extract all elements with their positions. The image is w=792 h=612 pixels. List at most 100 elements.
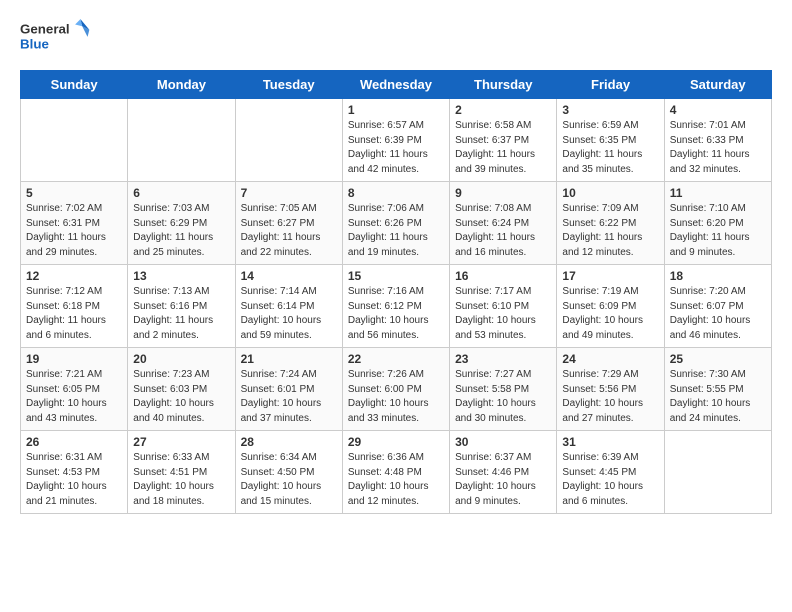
days-header-row: SundayMondayTuesdayWednesdayThursdayFrid… xyxy=(21,71,772,99)
day-number: 5 xyxy=(26,186,122,200)
header: General Blue xyxy=(20,16,772,56)
calendar-cell: 8 Sunrise: 7:06 AM Sunset: 6:26 PM Daylig… xyxy=(342,182,449,265)
calendar-cell: 11 Sunrise: 7:10 AM Sunset: 6:20 PM Dayli… xyxy=(664,182,771,265)
cell-info: Sunrise: 7:27 AM Sunset: 5:58 PM Dayligh… xyxy=(455,368,551,426)
cell-info: Sunrise: 7:08 AM Sunset: 6:24 PM Dayligh… xyxy=(455,202,551,260)
cell-info: Sunrise: 7:05 AM Sunset: 6:27 PM Dayligh… xyxy=(241,202,337,260)
day-number: 25 xyxy=(670,352,766,366)
cell-info: Sunrise: 6:59 AM Sunset: 6:35 PM Dayligh… xyxy=(562,119,658,177)
calendar-cell xyxy=(21,99,128,182)
day-number: 1 xyxy=(348,103,444,117)
cell-info: Sunrise: 7:14 AM Sunset: 6:14 PM Dayligh… xyxy=(241,285,337,343)
cell-info: Sunrise: 7:12 AM Sunset: 6:18 PM Dayligh… xyxy=(26,285,122,343)
day-number: 15 xyxy=(348,269,444,283)
day-number: 29 xyxy=(348,435,444,449)
calendar-cell: 29 Sunrise: 6:36 AM Sunset: 4:48 PM Dayli… xyxy=(342,431,449,514)
day-header-monday: Monday xyxy=(128,71,235,99)
day-number: 21 xyxy=(241,352,337,366)
cell-info: Sunrise: 7:03 AM Sunset: 6:29 PM Dayligh… xyxy=(133,202,229,260)
cell-info: Sunrise: 6:36 AM Sunset: 4:48 PM Dayligh… xyxy=(348,451,444,509)
day-number: 31 xyxy=(562,435,658,449)
cell-info: Sunrise: 6:57 AM Sunset: 6:39 PM Dayligh… xyxy=(348,119,444,177)
calendar-cell: 22 Sunrise: 7:26 AM Sunset: 6:00 PM Dayli… xyxy=(342,348,449,431)
svg-text:Blue: Blue xyxy=(20,36,49,51)
cell-info: Sunrise: 6:37 AM Sunset: 4:46 PM Dayligh… xyxy=(455,451,551,509)
day-number: 8 xyxy=(348,186,444,200)
calendar-cell: 21Sunrise: 7:24 AM Sunset: 6:01 PM Dayli… xyxy=(235,348,342,431)
day-number: 28 xyxy=(241,435,337,449)
day-header-tuesday: Tuesday xyxy=(235,71,342,99)
cell-info: Sunrise: 7:29 AM Sunset: 5:56 PM Dayligh… xyxy=(562,368,658,426)
day-number: 17 xyxy=(562,269,658,283)
day-number: 27 xyxy=(133,435,229,449)
day-number: 16 xyxy=(455,269,551,283)
calendar-cell: 30 Sunrise: 6:37 AM Sunset: 4:46 PM Dayli… xyxy=(450,431,557,514)
cell-info: Sunrise: 7:02 AM Sunset: 6:31 PM Dayligh… xyxy=(26,202,122,260)
cell-info: Sunrise: 7:06 AM Sunset: 6:26 PM Dayligh… xyxy=(348,202,444,260)
calendar-cell: 10 Sunrise: 7:09 AM Sunset: 6:22 PM Dayli… xyxy=(557,182,664,265)
calendar-cell xyxy=(235,99,342,182)
calendar-cell: 25 Sunrise: 7:30 AM Sunset: 5:55 PM Dayli… xyxy=(664,348,771,431)
cell-info: Sunrise: 6:33 AM Sunset: 4:51 PM Dayligh… xyxy=(133,451,229,509)
calendar-cell: 23Sunrise: 7:27 AM Sunset: 5:58 PM Dayli… xyxy=(450,348,557,431)
calendar-cell: 15 Sunrise: 7:16 AM Sunset: 6:12 PM Dayli… xyxy=(342,265,449,348)
cell-info: Sunrise: 7:30 AM Sunset: 5:55 PM Dayligh… xyxy=(670,368,766,426)
day-number: 10 xyxy=(562,186,658,200)
calendar-cell: 7Sunrise: 7:05 AM Sunset: 6:27 PM Daylig… xyxy=(235,182,342,265)
page: General Blue SundayMondayTuesdayWednesda… xyxy=(0,0,792,530)
cell-info: Sunrise: 7:20 AM Sunset: 6:07 PM Dayligh… xyxy=(670,285,766,343)
day-number: 13 xyxy=(133,269,229,283)
calendar-cell: 20Sunrise: 7:23 AM Sunset: 6:03 PM Dayli… xyxy=(128,348,235,431)
week-row-4: 19 Sunrise: 7:21 AM Sunset: 6:05 PM Dayli… xyxy=(21,348,772,431)
day-number: 20 xyxy=(133,352,229,366)
calendar-cell: 2 Sunrise: 6:58 AM Sunset: 6:37 PM Daylig… xyxy=(450,99,557,182)
calendar-cell xyxy=(664,431,771,514)
day-number: 26 xyxy=(26,435,122,449)
day-number: 3 xyxy=(562,103,658,117)
day-number: 14 xyxy=(241,269,337,283)
cell-info: Sunrise: 7:10 AM Sunset: 6:20 PM Dayligh… xyxy=(670,202,766,260)
cell-info: Sunrise: 7:17 AM Sunset: 6:10 PM Dayligh… xyxy=(455,285,551,343)
logo-svg: General Blue xyxy=(20,16,100,56)
cell-info: Sunrise: 6:34 AM Sunset: 4:50 PM Dayligh… xyxy=(241,451,337,509)
calendar-cell: 28 Sunrise: 6:34 AM Sunset: 4:50 PM Dayli… xyxy=(235,431,342,514)
day-number: 19 xyxy=(26,352,122,366)
calendar-cell: 14 Sunrise: 7:14 AM Sunset: 6:14 PM Dayli… xyxy=(235,265,342,348)
cell-info: Sunrise: 7:16 AM Sunset: 6:12 PM Dayligh… xyxy=(348,285,444,343)
calendar-cell: 16 Sunrise: 7:17 AM Sunset: 6:10 PM Dayli… xyxy=(450,265,557,348)
week-row-1: 1 Sunrise: 6:57 AM Sunset: 6:39 PM Daylig… xyxy=(21,99,772,182)
week-row-5: 26 Sunrise: 6:31 AM Sunset: 4:53 PM Dayli… xyxy=(21,431,772,514)
calendar-cell xyxy=(128,99,235,182)
calendar-cell: 19 Sunrise: 7:21 AM Sunset: 6:05 PM Dayli… xyxy=(21,348,128,431)
calendar-cell: 4Sunrise: 7:01 AM Sunset: 6:33 PM Daylig… xyxy=(664,99,771,182)
day-number: 9 xyxy=(455,186,551,200)
day-number: 22 xyxy=(348,352,444,366)
calendar-cell: 27 Sunrise: 6:33 AM Sunset: 4:51 PM Dayli… xyxy=(128,431,235,514)
cell-info: Sunrise: 7:09 AM Sunset: 6:22 PM Dayligh… xyxy=(562,202,658,260)
day-number: 30 xyxy=(455,435,551,449)
calendar-cell: 5 Sunrise: 7:02 AM Sunset: 6:31 PM Daylig… xyxy=(21,182,128,265)
calendar-cell: 26 Sunrise: 6:31 AM Sunset: 4:53 PM Dayli… xyxy=(21,431,128,514)
svg-text:General: General xyxy=(20,21,70,36)
day-header-saturday: Saturday xyxy=(664,71,771,99)
calendar-cell: 31Sunrise: 6:39 AM Sunset: 4:45 PM Dayli… xyxy=(557,431,664,514)
calendar-cell: 3 Sunrise: 6:59 AM Sunset: 6:35 PM Daylig… xyxy=(557,99,664,182)
day-header-wednesday: Wednesday xyxy=(342,71,449,99)
calendar-cell: 24 Sunrise: 7:29 AM Sunset: 5:56 PM Dayli… xyxy=(557,348,664,431)
day-number: 12 xyxy=(26,269,122,283)
day-number: 4 xyxy=(670,103,766,117)
cell-info: Sunrise: 7:21 AM Sunset: 6:05 PM Dayligh… xyxy=(26,368,122,426)
week-row-3: 12 Sunrise: 7:12 AM Sunset: 6:18 PM Dayli… xyxy=(21,265,772,348)
cell-info: Sunrise: 6:31 AM Sunset: 4:53 PM Dayligh… xyxy=(26,451,122,509)
week-row-2: 5 Sunrise: 7:02 AM Sunset: 6:31 PM Daylig… xyxy=(21,182,772,265)
day-number: 11 xyxy=(670,186,766,200)
logo: General Blue xyxy=(20,16,100,56)
cell-info: Sunrise: 6:58 AM Sunset: 6:37 PM Dayligh… xyxy=(455,119,551,177)
calendar-cell: 18Sunrise: 7:20 AM Sunset: 6:07 PM Dayli… xyxy=(664,265,771,348)
cell-info: Sunrise: 7:26 AM Sunset: 6:00 PM Dayligh… xyxy=(348,368,444,426)
day-number: 24 xyxy=(562,352,658,366)
day-header-sunday: Sunday xyxy=(21,71,128,99)
calendar-cell: 6Sunrise: 7:03 AM Sunset: 6:29 PM Daylig… xyxy=(128,182,235,265)
calendar-cell: 13Sunrise: 7:13 AM Sunset: 6:16 PM Dayli… xyxy=(128,265,235,348)
day-number: 2 xyxy=(455,103,551,117)
